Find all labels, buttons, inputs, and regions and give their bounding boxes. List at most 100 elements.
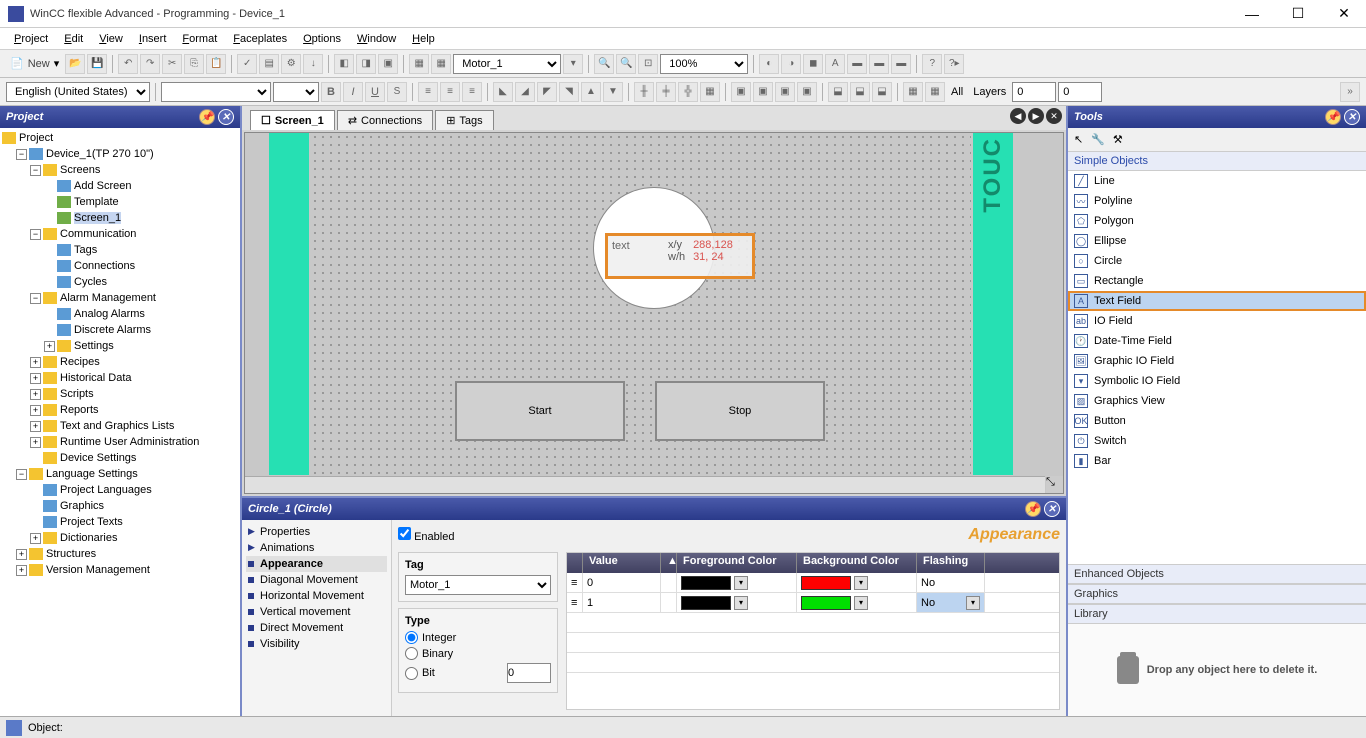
minimize-button[interactable]: — [1238,4,1266,24]
design-canvas[interactable]: TOUC text x/y 288,128 w/h 31, 24 Start S… [244,132,1064,494]
zoom-fit-icon[interactable]: ⊡ [638,54,658,74]
check-icon[interactable]: ✓ [237,54,257,74]
tb-btn-2[interactable]: ◨ [356,54,376,74]
help-icon[interactable]: ? [922,54,942,74]
new-button[interactable]: 📄 New ▾ [6,57,63,70]
font-color-icon[interactable]: A [825,54,845,74]
props-close-icon[interactable]: ✕ [1044,501,1060,517]
wrench-icon[interactable]: 🔧 [1091,133,1105,146]
tab-prev-icon[interactable]: ◀ [1010,108,1026,124]
order-4-icon[interactable]: ▣ [797,82,817,102]
tool-polyline[interactable]: 〰Polyline [1068,191,1366,211]
tool-line[interactable]: ╱Line [1068,171,1366,191]
maximize-button[interactable]: ☐ [1284,4,1312,24]
open-icon[interactable]: 📂 [65,54,85,74]
tb-btn-1[interactable]: ◧ [334,54,354,74]
tb-btn-d[interactable]: ▬ [847,54,867,74]
props-item-horiz[interactable]: Horizontal Movement [246,588,387,604]
tab-tags[interactable]: ⊞Tags [435,110,493,130]
dist-3-icon[interactable]: ╬ [678,82,698,102]
strike-icon[interactable]: S [387,82,407,102]
layer-1-icon[interactable]: ⬓ [828,82,848,102]
bit-value-input[interactable] [507,663,551,683]
align-left-icon[interactable]: ≡ [418,82,438,102]
tb-btn-e[interactable]: ▬ [869,54,889,74]
enabled-checkbox-label[interactable]: Enabled [398,527,968,543]
props-cat-animations[interactable]: Animations [246,540,387,556]
tab-connections[interactable]: ⇄Connections [337,110,433,130]
menu-view[interactable]: View [91,31,131,47]
tool-iofield[interactable]: abIO Field [1068,311,1366,331]
menu-format[interactable]: Format [174,31,225,47]
tab-next-icon[interactable]: ▶ [1028,108,1044,124]
props-item-diag[interactable]: Diagonal Movement [246,572,387,588]
menu-window[interactable]: Window [349,31,404,47]
menu-project[interactable]: Project [6,31,56,47]
menu-help[interactable]: Help [404,31,443,47]
order-2-icon[interactable]: ▣ [753,82,773,102]
zoom-combo[interactable]: 100% [660,54,748,74]
tb-btn-f[interactable]: ▬ [891,54,911,74]
pin-icon[interactable]: 📌 [199,109,215,125]
tool-datetime[interactable]: 🕐Date-Time Field [1068,331,1366,351]
arr-4-icon[interactable]: ◥ [559,82,579,102]
copy-icon[interactable]: ⎘ [184,54,204,74]
font-combo[interactable] [161,82,271,102]
tool-sio[interactable]: ▾Symbolic IO Field [1068,371,1366,391]
close-panel-icon[interactable]: ✕ [218,109,234,125]
paste-icon[interactable]: 📋 [206,54,226,74]
graphics-header[interactable]: Graphics [1068,584,1366,604]
download-icon[interactable]: ↓ [303,54,323,74]
props-item-vis[interactable]: Visibility [246,636,387,652]
horizontal-scrollbar[interactable] [245,476,1045,493]
tb-btn-4[interactable]: ▦ [409,54,429,74]
tb-btn-b[interactable]: ◑ [781,54,801,74]
align-right-icon[interactable]: ≡ [462,82,482,102]
tools-pin-icon[interactable]: 📌 [1325,109,1341,125]
menu-options[interactable]: Options [295,31,349,47]
layer-3-icon[interactable]: ⬓ [872,82,892,102]
align-center-icon[interactable]: ≡ [440,82,460,102]
zoom-out-icon[interactable]: 🔍 [616,54,636,74]
tool-button[interactable]: OKButton [1068,411,1366,431]
tag-select[interactable]: Motor_1 [405,575,551,595]
props-item-direct[interactable]: Direct Movement [246,620,387,636]
type-binary-radio[interactable] [405,647,418,660]
transfer-icon[interactable]: ▤ [259,54,279,74]
menu-edit[interactable]: Edit [56,31,91,47]
props-item-vert[interactable]: Vertical movement [246,604,387,620]
arr-5-icon[interactable]: ▲ [581,82,601,102]
tool-polygon[interactable]: ⬠Polygon [1068,211,1366,231]
tb-btn-a[interactable]: ◐ [759,54,779,74]
save-icon[interactable]: 💾 [87,54,107,74]
table-row[interactable]: ≡ 1 ▾ ▾ No▾ [567,593,1059,613]
cut-icon[interactable]: ✂ [162,54,182,74]
props-item-appearance[interactable]: Appearance [246,556,387,572]
bold-icon[interactable]: B [321,82,341,102]
order-3-icon[interactable]: ▣ [775,82,795,102]
enhanced-objects-header[interactable]: Enhanced Objects [1068,564,1366,584]
cursor-icon[interactable]: ↖ [1074,133,1083,146]
props-pin-icon[interactable]: 📌 [1025,501,1041,517]
arr-6-icon[interactable]: ▼ [603,82,623,102]
tool-textfield[interactable]: AText Field [1068,291,1366,311]
chevron-overflow-icon[interactable]: » [1340,82,1360,102]
dist-2-icon[interactable]: ╪ [656,82,676,102]
table-row[interactable]: ≡ 0 ▾ ▾ No [567,573,1059,593]
type-bit-radio[interactable] [405,667,418,680]
tool-switch[interactable]: ⏻Switch [1068,431,1366,451]
menu-faceplates[interactable]: Faceplates [225,31,295,47]
text-field-placement[interactable]: text x/y 288,128 w/h 31, 24 [605,233,755,279]
props-cat-properties[interactable]: Properties [246,524,387,540]
motor-combo[interactable]: Motor_1 [453,54,561,74]
dist-1-icon[interactable]: ╫ [634,82,654,102]
tool-ellipse[interactable]: ◯Ellipse [1068,231,1366,251]
tools-icon[interactable]: ⚒ [1113,133,1123,146]
tool-bar[interactable]: ▮Bar [1068,451,1366,471]
library-header[interactable]: Library [1068,604,1366,624]
language-combo[interactable]: English (United States) [6,82,150,102]
tb-btn-5[interactable]: ▦ [431,54,451,74]
tb-btn-3[interactable]: ▣ [378,54,398,74]
tab-close-icon[interactable]: ✕ [1046,108,1062,124]
undo-icon[interactable]: ↶ [118,54,138,74]
